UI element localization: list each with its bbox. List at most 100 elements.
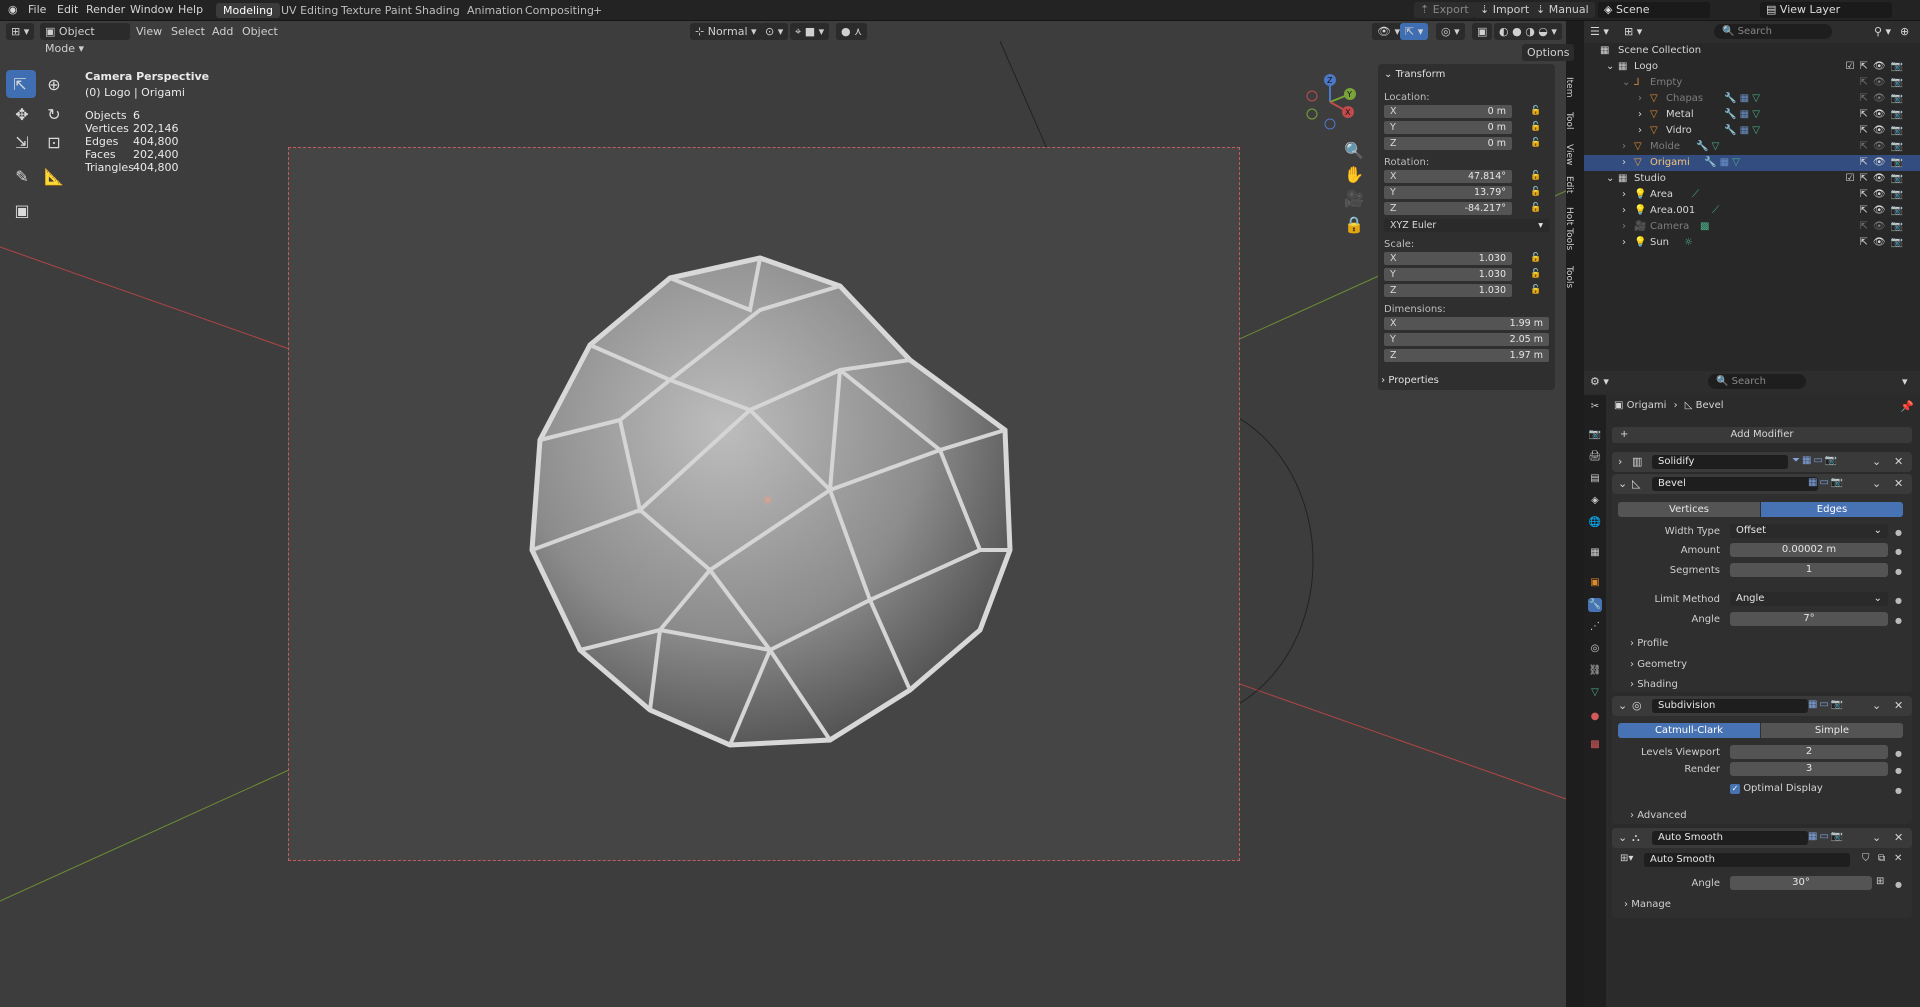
rotation-z-field[interactable]: Z -84.217° (1384, 202, 1512, 215)
options-button[interactable]: Options (1522, 44, 1575, 61)
solidify-modifier-header[interactable]: › ▥ Solidify ⏷▦▭📷 ⌄ ✕ (1612, 452, 1912, 472)
lock-icon[interactable]: 🔓 (1530, 171, 1541, 181)
outliner-editor-type-icon[interactable]: ☰ ▾ (1590, 25, 1609, 38)
manage-subpanel[interactable]: › Manage (1624, 899, 1671, 910)
modifier-toggle-icons[interactable]: ▦▭📷 (1808, 699, 1845, 710)
tab-shading[interactable]: Shading (408, 3, 467, 18)
properties-subpanel-header[interactable]: › Properties (1378, 372, 1555, 390)
row-toggles[interactable]: ☑⇱👁📷 (1846, 171, 1909, 187)
editor-type-button[interactable]: ⊞ ▾ (6, 23, 35, 40)
list-item[interactable]: › ▽ Chapas 🔧 ▦ ▽ ⇱👁📷 (1584, 91, 1920, 107)
lock-icon[interactable]: 🔓 (1530, 106, 1541, 116)
auto-smooth-angle-field[interactable]: 30° (1730, 876, 1872, 890)
list-item[interactable]: › ▽ Metal 🔧 ▦ ▽ ⇱👁📷 (1584, 107, 1920, 123)
blender-logo-icon[interactable]: ◉ (8, 3, 18, 16)
modifier-toggle-icons[interactable]: ⏷▦▭📷 (1792, 455, 1839, 466)
simple-toggle[interactable]: Simple (1761, 723, 1903, 738)
overlays-toggle[interactable]: ◎ ▾ (1436, 23, 1465, 40)
chevron-down-icon[interactable]: ⌄ (1606, 59, 1614, 75)
amount-field[interactable]: 0.00002 m (1730, 543, 1888, 557)
chevron-down-icon[interactable]: ⌄ (1606, 171, 1614, 187)
add-modifier-button[interactable]: + Add Modifier (1612, 427, 1912, 443)
origami-sphere[interactable]: ✳ (510, 250, 1020, 750)
chevron-down-icon[interactable]: ⌄ (1618, 477, 1627, 490)
close-icon[interactable]: ✕ (1894, 699, 1903, 712)
menu-help[interactable]: Help (178, 3, 203, 16)
row-toggles[interactable]: ⇱👁📷 (1859, 187, 1908, 203)
tab-world[interactable]: 🌐 (1588, 516, 1602, 530)
rotation-mode-select[interactable]: XYZ Euler ▾ (1384, 219, 1549, 232)
row-toggles[interactable]: ⇱👁📷 (1859, 75, 1908, 91)
tab-constraints[interactable]: ⛓ (1588, 664, 1602, 678)
orientation-selector[interactable]: ⊹ Normal ▾ (690, 23, 762, 40)
pin-icon[interactable]: 📌 (1900, 400, 1914, 413)
properties-options-icon[interactable]: ▾ (1902, 375, 1908, 388)
tab-physics[interactable]: ◎ (1588, 642, 1602, 656)
chevron-down-icon[interactable]: ⌄ (1872, 699, 1881, 712)
list-item[interactable]: › 🎥 Camera ▩ ⇱👁📷 (1584, 219, 1920, 235)
affect-vertices-toggle[interactable]: Vertices (1618, 502, 1760, 517)
dimensions-x-field[interactable]: X 1.99 m (1384, 317, 1549, 330)
lock-icon[interactable]: 🔓 (1530, 269, 1541, 279)
tab-texture[interactable]: ▩ (1588, 738, 1602, 752)
optimal-display-checkbox[interactable]: ✓ Optimal Display (1730, 783, 1823, 794)
list-item[interactable]: › 💡 Area ⟋ ⇱👁📷 (1584, 187, 1920, 203)
lock-icon[interactable]: 🔓 (1530, 285, 1541, 295)
tab-particles[interactable]: ⋰ (1588, 620, 1602, 634)
location-y-field[interactable]: Y0 m (1384, 121, 1512, 134)
new-collection-icon[interactable]: ⊕ (1900, 25, 1909, 38)
close-icon[interactable]: ✕ (1894, 853, 1902, 864)
proportional-edit-toggle[interactable]: ● ⋏ (836, 23, 868, 40)
list-item[interactable]: ▦ Scene Collection (1584, 43, 1920, 59)
row-toggles[interactable]: ⇱👁📷 (1859, 235, 1908, 251)
fake-user-icon[interactable]: ⛉ (1862, 853, 1870, 864)
lock-icon[interactable]: 🔓 (1530, 253, 1541, 263)
pivot-selector[interactable]: ⊙ ▾ (760, 23, 789, 40)
gizmo-toggle[interactable]: ⇱ ▾ (1400, 23, 1429, 40)
list-item[interactable]: › 💡 Area.001 ⟋ ⇱👁📷 (1584, 203, 1920, 219)
properties-search-input[interactable]: 🔍 Search (1708, 374, 1806, 389)
limit-method-select[interactable]: Angle ⌄ (1730, 592, 1888, 606)
menu-edit[interactable]: Edit (57, 3, 78, 16)
geometry-subpanel[interactable]: › Geometry (1630, 659, 1687, 670)
mode-selector[interactable]: ▣ Object Mode ▾ (40, 23, 130, 55)
chevron-down-icon[interactable]: ⌄ (1618, 831, 1627, 844)
properties-editor-type-icon[interactable]: ⚙ ▾ (1590, 375, 1609, 388)
location-z-field[interactable]: Z0 m (1384, 137, 1512, 150)
sidebar-tab-tools[interactable]: Tools (1560, 262, 1574, 292)
tab-modeling[interactable]: Modeling (216, 3, 281, 18)
tab-data[interactable]: ▽ (1588, 686, 1602, 700)
row-toggles[interactable]: ⇱👁📷 (1859, 139, 1908, 155)
lock-camera-icon[interactable]: 🔒 (1340, 210, 1368, 238)
scale-x-field[interactable]: X 1.030 (1384, 252, 1512, 265)
solidify-name-field[interactable]: Solidify (1652, 455, 1788, 469)
import-button[interactable]: ⇣ Import (1474, 2, 1536, 18)
menu-add[interactable]: Add (212, 25, 233, 38)
view-layer-selector[interactable]: ▤ View Layer (1760, 2, 1892, 18)
chevron-right-icon[interactable]: › (1638, 91, 1642, 107)
levels-viewport-field[interactable]: 2 (1730, 745, 1888, 759)
lock-icon[interactable]: 🔓 (1530, 203, 1541, 213)
navigation-gizmo[interactable]: Z Y X (1300, 72, 1360, 132)
subdivision-name-field[interactable]: Subdivision (1652, 699, 1808, 713)
transform-header[interactable]: ⌄ Transform (1384, 69, 1445, 80)
location-x-field[interactable]: X0 m (1384, 105, 1512, 118)
tab-collection[interactable]: ▦ (1588, 546, 1602, 560)
modifier-toggle-icons[interactable]: ▦▭📷 (1808, 831, 1845, 842)
cursor-tool[interactable]: ⊕ (40, 70, 68, 98)
menu-render[interactable]: Render (86, 3, 125, 16)
tab-material[interactable]: ● (1588, 710, 1602, 724)
row-toggles[interactable]: ⇱👁📷 (1859, 107, 1908, 123)
dimensions-y-field[interactable]: Y 2.05 m (1384, 333, 1549, 346)
chevron-right-icon[interactable]: › (1622, 187, 1626, 203)
row-toggles[interactable]: ☑⇱👁📷 (1846, 59, 1909, 75)
close-icon[interactable]: ✕ (1894, 455, 1903, 468)
modifier-toggle-icons[interactable]: ▦▭📷 (1808, 477, 1845, 488)
scale-y-field[interactable]: Y 1.030 (1384, 268, 1512, 281)
shading-subpanel[interactable]: › Shading (1630, 679, 1678, 690)
auto-smooth-name-field[interactable]: Auto Smooth (1652, 831, 1808, 845)
row-toggles[interactable]: ⇱👁📷 (1859, 91, 1908, 107)
bevel-name-field[interactable]: Bevel (1652, 477, 1818, 491)
tab-object[interactable]: ▣ (1588, 576, 1602, 590)
camera-view-icon[interactable]: 🎥 (1340, 184, 1368, 212)
